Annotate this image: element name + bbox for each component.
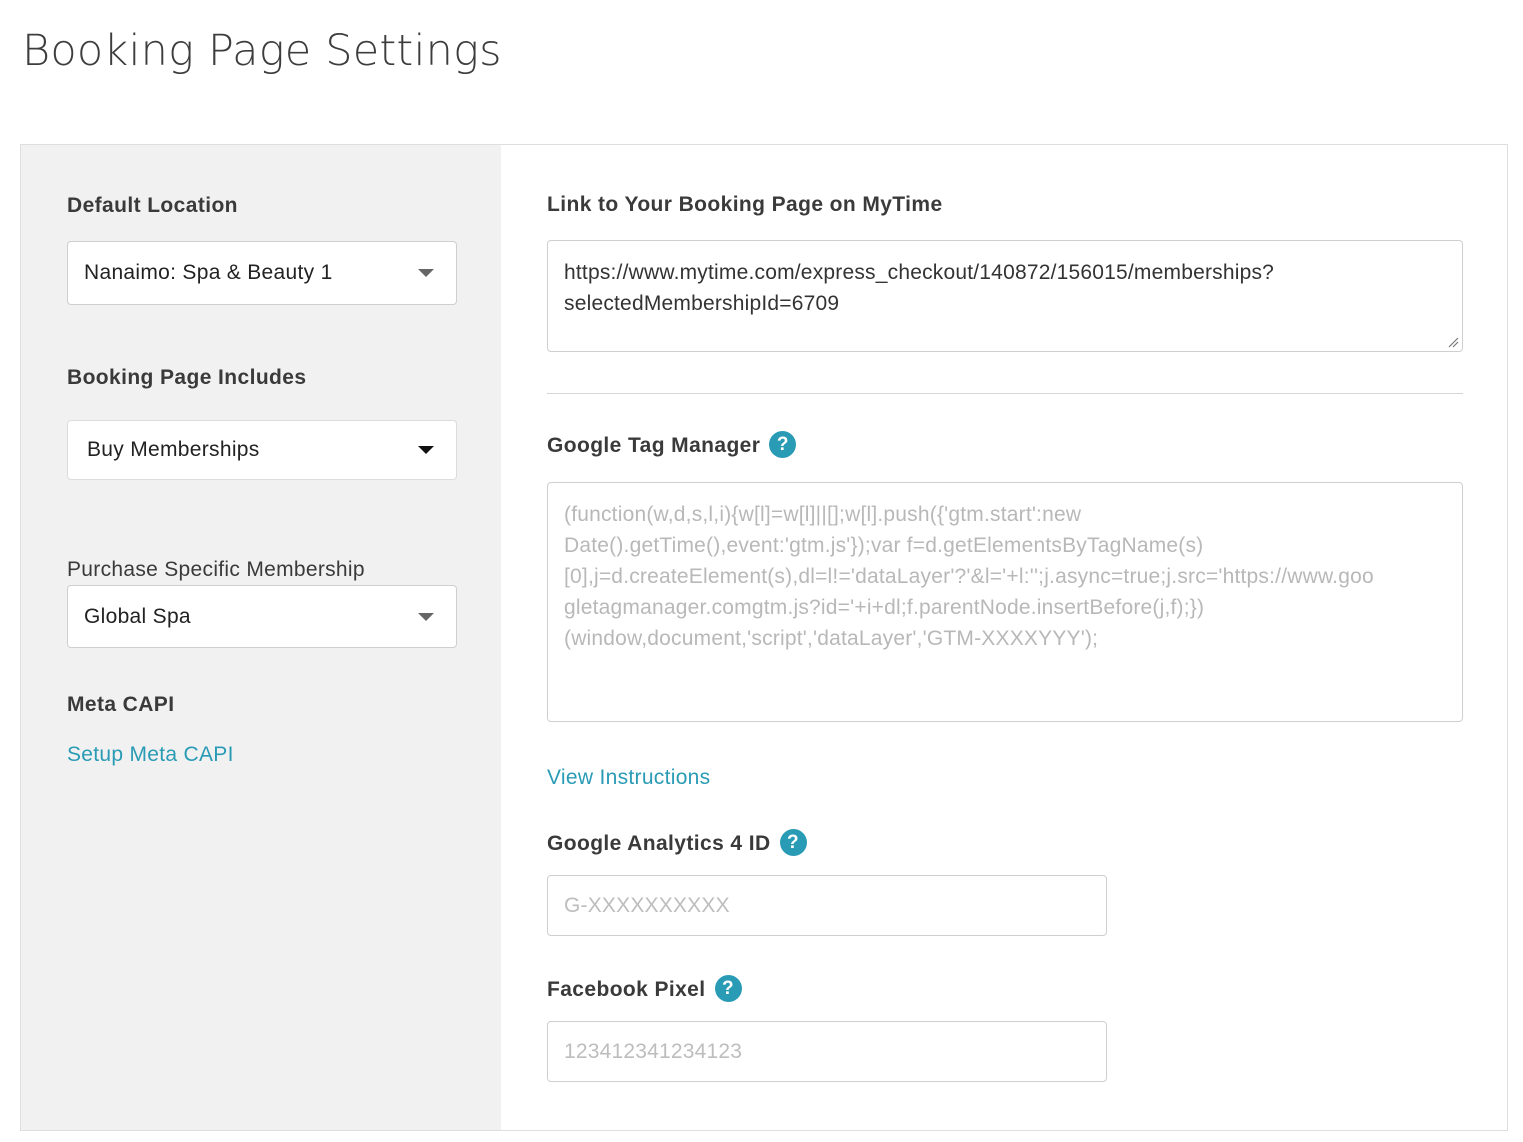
specific-membership-label: Purchase Specific Membership bbox=[67, 558, 365, 581]
gtm-placeholder-line: gletagmanager.comgtm.js?id='+i+dl;f.pare… bbox=[564, 596, 1205, 619]
gtm-placeholder-line: [0],j=d.createElement(s),dl=l!='dataLaye… bbox=[564, 565, 1374, 588]
facebook-pixel-label: Facebook Pixel? bbox=[547, 975, 742, 1004]
ga4-label: Google Analytics 4 ID? bbox=[547, 829, 807, 858]
booking-includes-label: Booking Page Includes bbox=[67, 366, 307, 389]
resize-handle-icon[interactable] bbox=[1447, 336, 1459, 348]
left-column: Default Location Nanaimo: Spa & Beauty 1… bbox=[21, 145, 501, 1130]
default-location-select[interactable]: Nanaimo: Spa & Beauty 1 bbox=[67, 241, 457, 305]
facebook-pixel-input[interactable] bbox=[564, 1039, 1106, 1064]
gtm-placeholder-line: (function(w,d,s,l,i){w[l]=w[l]||[];w[l].… bbox=[564, 503, 1082, 526]
gtm-label: Google Tag Manager? bbox=[547, 431, 797, 460]
right-column: Link to Your Booking Page on MyTime http… bbox=[501, 145, 1507, 1130]
section-divider bbox=[547, 393, 1463, 394]
specific-membership-value: Global Spa bbox=[84, 604, 191, 628]
default-location-label: Default Location bbox=[67, 194, 238, 217]
view-instructions-link[interactable]: View Instructions bbox=[547, 766, 710, 790]
settings-panel: Default Location Nanaimo: Spa & Beauty 1… bbox=[20, 144, 1508, 1131]
booking-link-line: https://www.mytime.com/express_checkout/… bbox=[564, 261, 1275, 284]
help-icon[interactable]: ? bbox=[779, 829, 807, 856]
gtm-label-text: Google Tag Manager bbox=[547, 434, 761, 458]
ga4-label-text: Google Analytics 4 ID bbox=[547, 832, 771, 856]
help-icon[interactable]: ? bbox=[714, 975, 742, 1002]
booking-includes-value: Buy Memberships bbox=[87, 438, 260, 461]
facebook-pixel-label-text: Facebook Pixel bbox=[547, 978, 706, 1002]
facebook-pixel-field[interactable] bbox=[547, 1021, 1107, 1082]
default-location-value: Nanaimo: Spa & Beauty 1 bbox=[84, 261, 333, 284]
gtm-placeholder-line: Date().getTime(),event:'gtm.js'});var f=… bbox=[564, 534, 1204, 557]
booking-includes-select[interactable]: Buy Memberships bbox=[67, 420, 457, 480]
gtm-textarea[interactable]: (function(w,d,s,l,i){w[l]=w[l]||[];w[l].… bbox=[547, 482, 1463, 722]
chevron-down-icon bbox=[418, 612, 434, 621]
booking-link-textarea[interactable]: https://www.mytime.com/express_checkout/… bbox=[547, 240, 1463, 352]
page-title: Booking Page Settings bbox=[22, 26, 502, 76]
setup-meta-capi-link[interactable]: Setup Meta CAPI bbox=[67, 743, 234, 767]
chevron-down-icon bbox=[418, 446, 434, 454]
booking-link-label: Link to Your Booking Page on MyTime bbox=[547, 193, 943, 216]
specific-membership-select[interactable]: Global Spa bbox=[67, 585, 457, 648]
chevron-down-icon bbox=[418, 269, 434, 277]
help-icon[interactable]: ? bbox=[769, 431, 797, 458]
booking-link-line: selectedMembershipId=6709 bbox=[564, 292, 840, 315]
ga4-input[interactable] bbox=[564, 893, 1106, 918]
gtm-placeholder-line: (window,document,'script','dataLayer','G… bbox=[564, 627, 1099, 650]
meta-capi-label: Meta CAPI bbox=[67, 693, 175, 716]
ga4-field[interactable] bbox=[547, 875, 1107, 936]
